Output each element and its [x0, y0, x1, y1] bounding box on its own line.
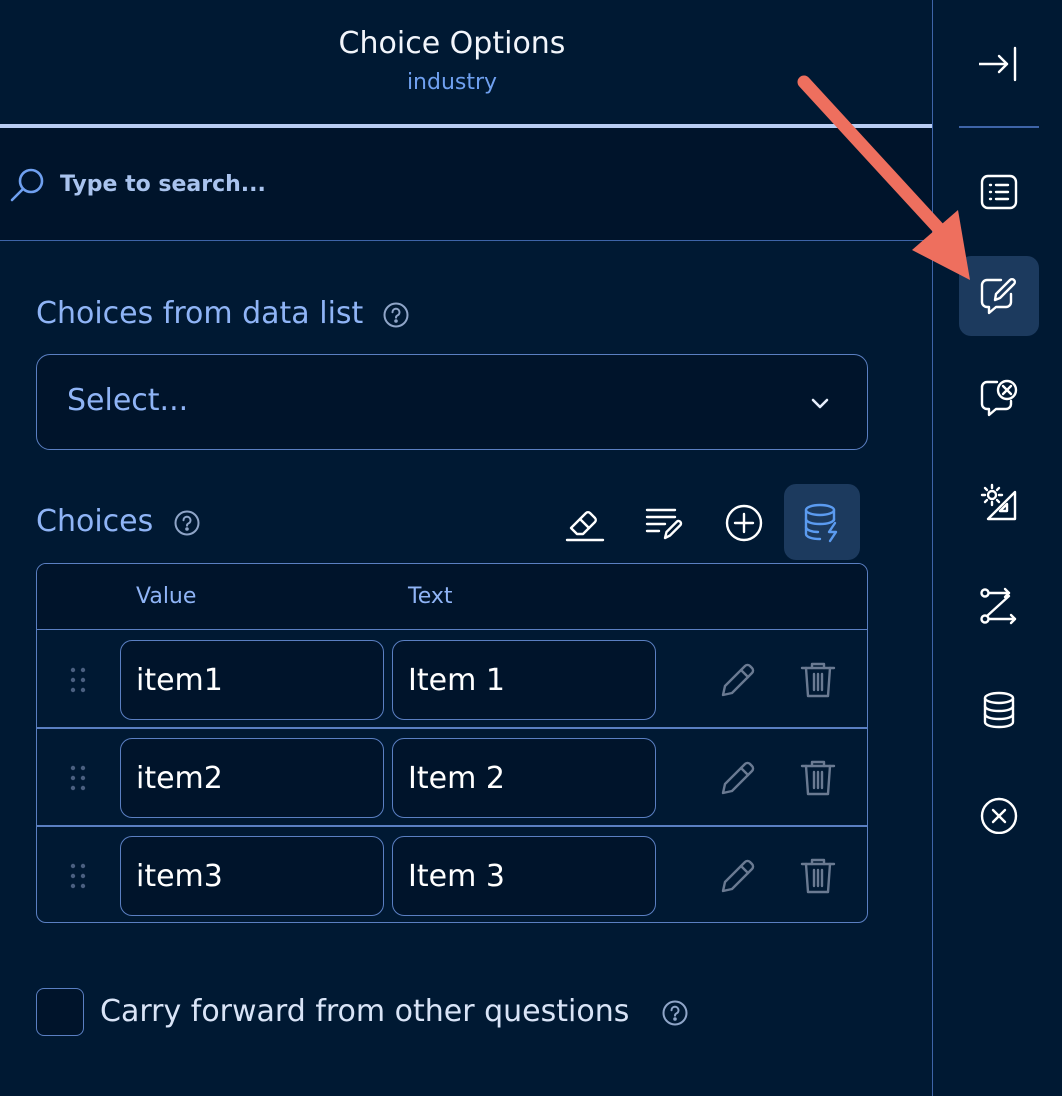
- collapse-panel-icon: [979, 46, 1017, 82]
- database-lightning-icon: [804, 503, 838, 543]
- edit-choices-button[interactable]: [625, 484, 701, 560]
- rail-validation-button[interactable]: [959, 358, 1039, 438]
- choice-value-input[interactable]: [120, 640, 384, 720]
- search-input[interactable]: [60, 158, 920, 210]
- pencil-icon[interactable]: [717, 757, 759, 799]
- chevron-down-icon: [811, 398, 829, 409]
- rail-divider: [959, 126, 1039, 128]
- search-icon: [10, 168, 44, 202]
- choice-text-input[interactable]: [392, 640, 656, 720]
- edit-list-icon: [645, 508, 683, 540]
- logic-flow-icon: [980, 587, 1017, 625]
- panel-subtitle: industry: [406, 70, 498, 95]
- choice-value-input[interactable]: [120, 836, 384, 916]
- clear-choices-button[interactable]: [545, 484, 621, 560]
- column-header-value: Value: [136, 584, 197, 609]
- carry-forward-label: Carry forward from other questions: [100, 994, 630, 1029]
- table-row: [37, 630, 867, 728]
- survey-editor: Choice Options industry Choices from dat…: [0, 0, 1062, 1096]
- side-rail: [932, 0, 1062, 1096]
- eraser-icon: [565, 511, 605, 542]
- settings-ruler-icon: [980, 483, 1017, 521]
- plus-circle-icon: [725, 504, 763, 542]
- drag-handle-icon[interactable]: [69, 666, 87, 694]
- message-cancel-icon: [980, 379, 1018, 417]
- drag-handle-icon[interactable]: [69, 862, 87, 890]
- rail-data-button[interactable]: [959, 670, 1039, 750]
- pencil-icon[interactable]: [717, 855, 759, 897]
- table-header: Value Text: [37, 564, 867, 630]
- panel-header: Choice Options industry: [0, 0, 932, 124]
- collapse-panel-button[interactable]: [959, 24, 1039, 104]
- table-row: [37, 728, 867, 826]
- data-list-select[interactable]: Select...: [36, 354, 868, 450]
- help-icon[interactable]: [661, 999, 689, 1027]
- help-icon[interactable]: [382, 301, 410, 329]
- choice-options-panel: Choice Options industry Choices from dat…: [0, 0, 932, 1096]
- help-icon[interactable]: [173, 509, 201, 537]
- edit-message-icon: [980, 277, 1017, 315]
- pencil-icon[interactable]: [717, 659, 759, 701]
- table-row: [37, 826, 867, 922]
- trash-icon[interactable]: [797, 757, 839, 799]
- panel-title: Choice Options: [338, 26, 566, 61]
- add-choice-button[interactable]: [705, 484, 781, 560]
- choices-by-url-button[interactable]: [784, 484, 860, 560]
- rail-general-button[interactable]: [959, 152, 1039, 232]
- carry-forward-checkbox[interactable]: [36, 988, 84, 1036]
- choice-text-input[interactable]: [392, 738, 656, 818]
- choice-value-input[interactable]: [120, 738, 384, 818]
- rail-logic-button[interactable]: [959, 566, 1039, 646]
- drag-handle-icon[interactable]: [69, 764, 87, 792]
- trash-icon[interactable]: [797, 855, 839, 897]
- choices-from-data-list-label: Choices from data list: [36, 296, 364, 331]
- close-circle-icon: [980, 797, 1018, 834]
- rail-layout-button[interactable]: [959, 462, 1039, 542]
- list-icon: [980, 174, 1018, 210]
- rail-choice-options-button[interactable]: [959, 256, 1039, 336]
- column-header-text: Text: [408, 584, 453, 609]
- choice-text-input[interactable]: [392, 836, 656, 916]
- choices-table: Value Text: [36, 563, 868, 923]
- select-placeholder: Select...: [67, 383, 189, 418]
- choices-label: Choices: [36, 504, 154, 539]
- trash-icon[interactable]: [797, 659, 839, 701]
- rail-clear-button[interactable]: [959, 774, 1039, 854]
- database-icon: [983, 691, 1015, 729]
